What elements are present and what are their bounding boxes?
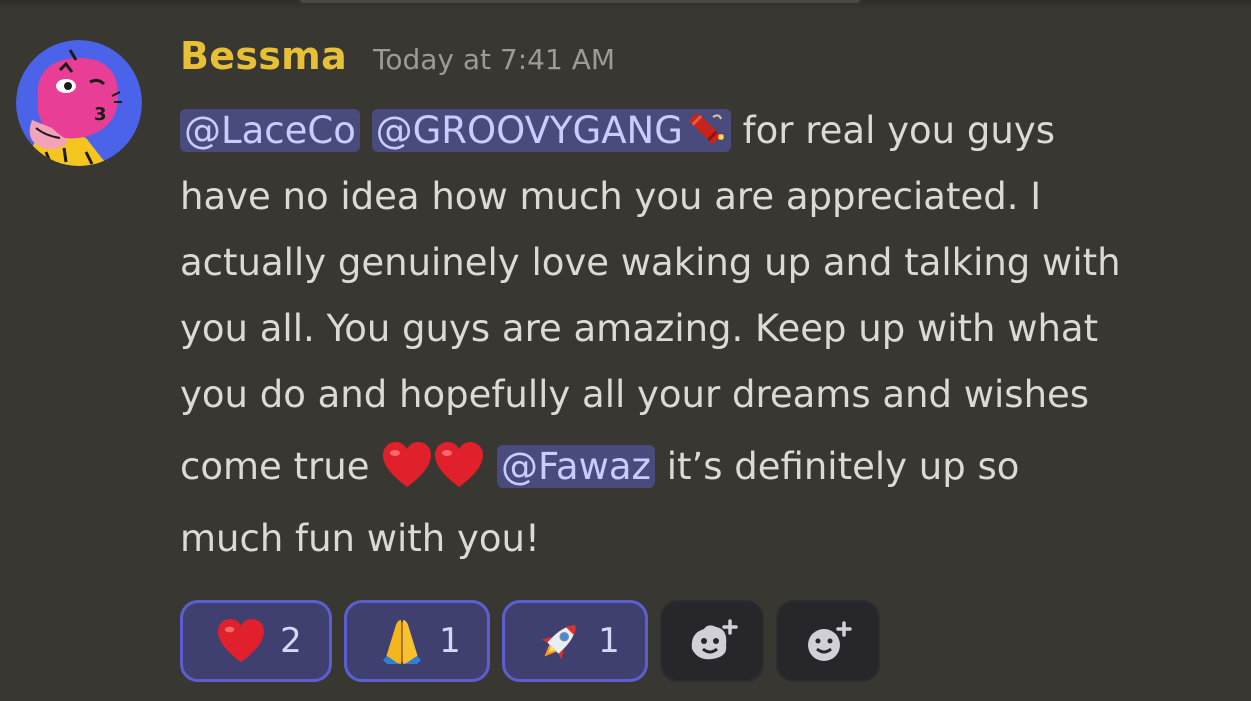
message: Bessma Today at 7:41 AM @LaceCo @GROOVYG… — [180, 34, 1240, 572]
message-line: come true @Fawaz it’s definitely up so — [180, 434, 1235, 506]
timestamp[interactable]: Today at 7:41 AM — [373, 43, 615, 76]
chat-view: 3 Bessma Today at 7:41 AM @LaceCo @GROOV… — [0, 0, 1251, 701]
add-super-reaction-button[interactable] — [660, 600, 764, 682]
dynamite-icon — [689, 113, 724, 144]
reaction-count: 1 — [598, 621, 620, 661]
rocket-icon — [541, 625, 576, 660]
reaction-count: 2 — [280, 621, 302, 661]
message-line: much fun with you! — [180, 517, 540, 560]
message-line: you do and hopefully all your dreams and… — [180, 373, 1090, 416]
message-text: for real you guys — [730, 109, 1056, 152]
previous-message-sliver — [300, 0, 860, 3]
reaction-red-heart[interactable]: 2 — [180, 600, 332, 682]
add-super-reaction-icon — [691, 619, 738, 660]
add-reaction-icon — [808, 620, 853, 661]
add-reaction-button[interactable] — [776, 600, 880, 682]
avatar-image: 3 — [16, 40, 142, 166]
red-heart-icon — [383, 442, 432, 487]
reaction-rocket[interactable]: 1 — [502, 600, 648, 682]
message-text: come true — [180, 445, 382, 488]
avatar[interactable]: 3 — [16, 40, 142, 166]
svg-text:3: 3 — [94, 104, 107, 125]
mention-groovygang[interactable]: @GROOVYGANG — [371, 109, 731, 152]
message-header: Bessma Today at 7:41 AM — [180, 34, 1240, 90]
message-line: @LaceCo @GROOVYGANG for real you guys — [180, 98, 1235, 164]
folded-hands-icon — [383, 620, 422, 664]
mention-laceco[interactable]: @LaceCo — [180, 109, 360, 152]
reactions-bar: 2 1 1 — [180, 600, 880, 682]
reaction-count: 1 — [439, 621, 461, 661]
reaction-folded-hands[interactable]: 1 — [344, 600, 490, 682]
red-heart-icon — [218, 618, 265, 663]
message-line: actually genuinely love waking up and ta… — [180, 241, 1121, 284]
message-line: have no idea how much you are appreciate… — [180, 175, 1042, 218]
mention-fawaz[interactable]: @Fawaz — [497, 445, 655, 488]
username[interactable]: Bessma — [180, 34, 347, 78]
message-text: it’s definitely up so — [654, 445, 1020, 488]
mention-groovygang-label: @GROOVYGANG — [375, 109, 683, 152]
red-heart-icon — [435, 442, 484, 487]
message-line: you all. You guys are amazing. Keep up w… — [180, 307, 1099, 350]
message-body: @LaceCo @GROOVYGANG for real you guys ha… — [180, 98, 1235, 572]
